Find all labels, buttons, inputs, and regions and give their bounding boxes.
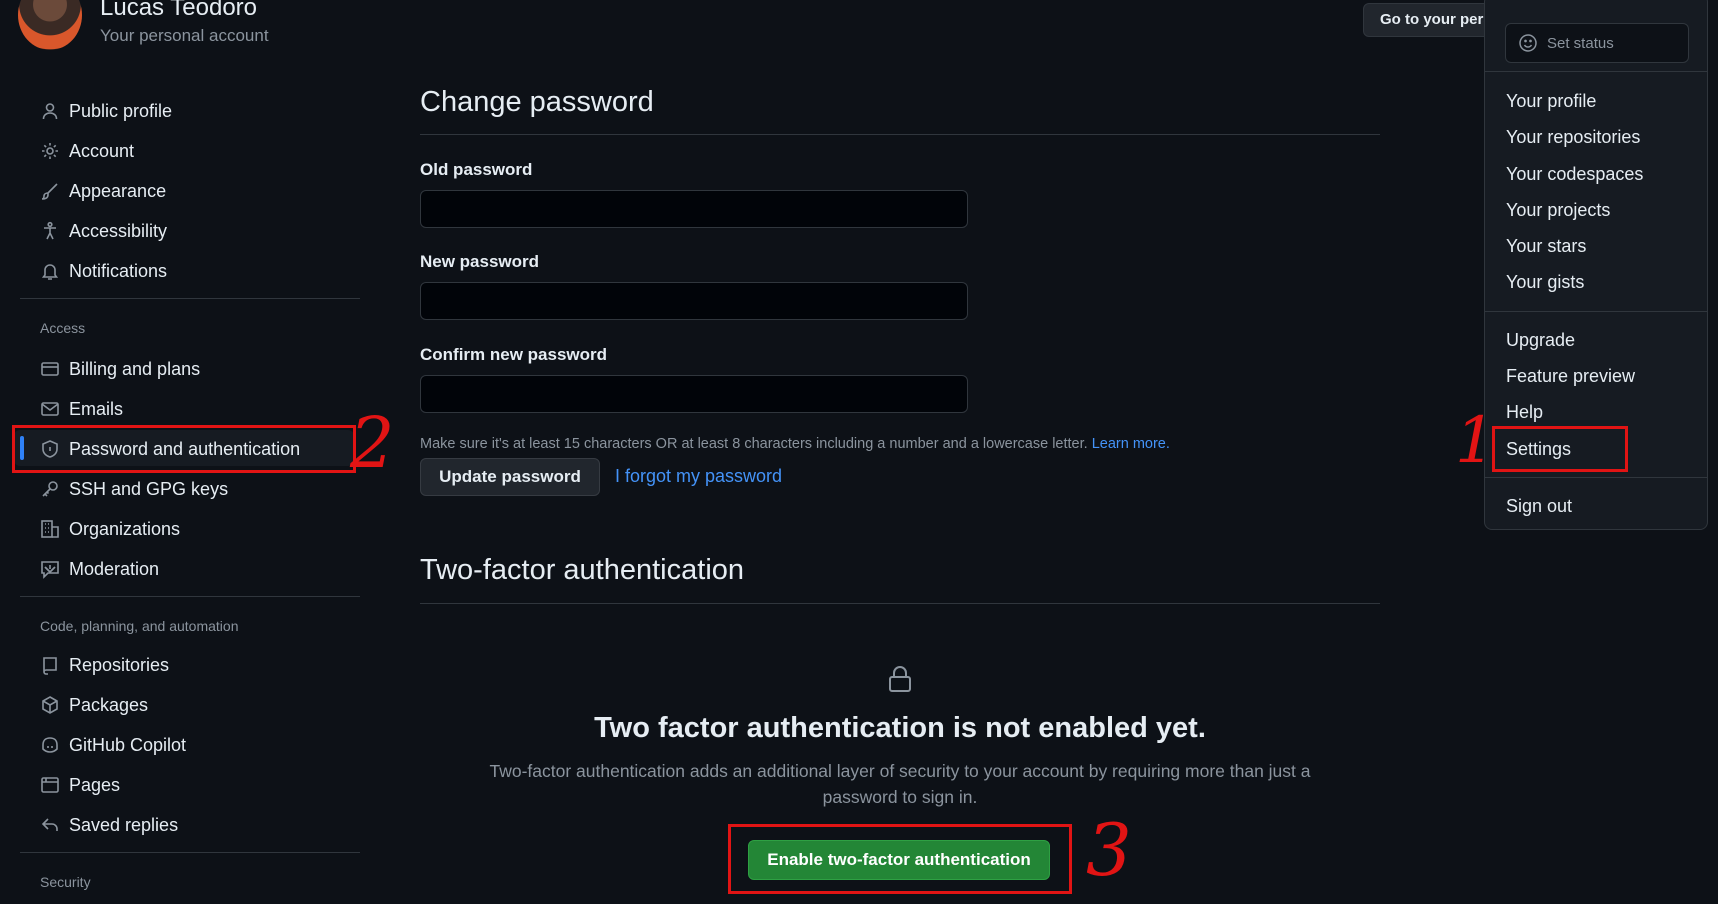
sidebar-item-label: Notifications <box>69 261 168 281</box>
key-icon <box>40 479 60 499</box>
sidebar-item-label: Emails <box>69 399 124 419</box>
sidebar-divider <box>20 596 360 597</box>
menu-item-your-repositories[interactable]: Your repositories <box>1506 127 1640 148</box>
sidebar-item-notifications[interactable]: Notifications <box>0 252 360 288</box>
menu-divider <box>1485 71 1707 72</box>
learn-more-link[interactable]: Learn more. <box>1092 436 1170 452</box>
annotation-step-1: 1 <box>1455 404 1496 478</box>
browser-icon <box>40 775 60 795</box>
gear-icon <box>40 141 60 161</box>
sidebar-item-label: Saved replies <box>69 815 179 835</box>
sidebar-item-saved-replies[interactable]: Saved replies <box>0 806 360 842</box>
sidebar-item-label: Billing and plans <box>69 359 201 379</box>
set-status-button[interactable]: Set status <box>1505 23 1689 63</box>
sidebar-heading-security: Security <box>40 874 91 890</box>
organization-icon <box>40 519 60 539</box>
menu-item-upgrade[interactable]: Upgrade <box>1506 330 1575 351</box>
sidebar-item-label: Repositories <box>69 655 170 675</box>
sidebar-item-ssh-gpg-keys[interactable]: SSH and GPG keys <box>0 470 360 506</box>
sidebar-item-label: SSH and GPG keys <box>69 479 229 499</box>
chevron-down-icon[interactable] <box>40 559 60 579</box>
repo-icon <box>40 655 60 675</box>
menu-item-help[interactable]: Help <box>1506 402 1543 423</box>
reply-icon <box>40 815 60 835</box>
sidebar-heading-code-planning: Code, planning, and automation <box>40 618 239 634</box>
new-password-field[interactable] <box>420 282 968 320</box>
sidebar-item-organizations[interactable]: Organizations <box>0 510 360 546</box>
sidebar-item-moderation[interactable]: Moderation <box>0 550 360 586</box>
account-subtitle: Your personal account <box>100 26 269 45</box>
avatar[interactable] <box>18 0 82 50</box>
sidebar-item-billing[interactable]: Billing and plans <box>0 350 360 386</box>
set-status-label: Set status <box>1547 35 1614 52</box>
sidebar-divider <box>20 852 360 853</box>
menu-item-your-profile[interactable]: Your profile <box>1506 91 1596 112</box>
sidebar-item-pages[interactable]: Pages <box>0 766 360 802</box>
old-password-field[interactable] <box>420 190 968 228</box>
forgot-password-link[interactable]: I forgot my password <box>615 466 782 487</box>
sidebar-item-repositories[interactable]: Repositories <box>0 646 360 682</box>
change-password-title: Change password <box>420 86 654 118</box>
bell-icon <box>40 261 60 281</box>
sidebar-item-label: Account <box>69 141 135 161</box>
menu-item-feature-preview[interactable]: Feature preview <box>1506 366 1635 387</box>
mail-icon <box>40 399 60 419</box>
annotation-step-2: 2 <box>350 402 395 484</box>
menu-item-your-projects[interactable]: Your projects <box>1506 200 1610 221</box>
sidebar-item-label: Appearance <box>69 181 167 201</box>
menu-item-your-codespaces[interactable]: Your codespaces <box>1506 164 1643 185</box>
menu-item-sign-out[interactable]: Sign out <box>1506 496 1572 517</box>
annotation-box-password-auth <box>12 425 356 473</box>
annotation-box-settings <box>1492 426 1628 472</box>
menu-divider <box>1485 477 1707 478</box>
new-password-label: New password <box>420 252 540 271</box>
sidebar-item-label: Public profile <box>69 101 173 121</box>
section-divider <box>420 603 1380 604</box>
confirm-password-field[interactable] <box>420 375 968 413</box>
accessibility-icon <box>40 221 60 241</box>
menu-item-your-gists[interactable]: Your gists <box>1506 272 1584 293</box>
password-hint-text: Make sure it's at least 15 characters OR… <box>420 436 1088 452</box>
password-hint: Make sure it's at least 15 characters OR… <box>420 436 1170 452</box>
smiley-icon <box>1518 33 1538 53</box>
confirm-password-label: Confirm new password <box>420 345 608 364</box>
sidebar-item-label: Moderation <box>69 559 160 579</box>
sidebar-item-appearance[interactable]: Appearance <box>0 172 360 208</box>
update-password-button[interactable]: Update password <box>420 458 600 496</box>
sidebar-divider <box>20 298 360 299</box>
paintbrush-icon <box>40 181 60 201</box>
sidebar-heading-access: Access <box>40 320 86 336</box>
person-icon <box>40 101 60 121</box>
sidebar-item-label: Accessibility <box>69 221 168 241</box>
sidebar-item-label: Pages <box>69 775 121 795</box>
sidebar-item-emails[interactable]: Emails <box>0 390 360 426</box>
section-divider <box>420 134 1380 135</box>
sidebar-item-account[interactable]: Account <box>0 132 360 168</box>
sidebar-item-public-profile[interactable]: Public profile <box>0 92 360 128</box>
sidebar-item-label: Organizations <box>69 519 181 539</box>
old-password-label: Old password <box>420 160 533 179</box>
menu-item-your-stars[interactable]: Your stars <box>1506 236 1586 257</box>
two-factor-title: Two-factor authentication <box>420 554 745 586</box>
lock-icon <box>887 665 913 693</box>
account-name: Lucas Teodoro <box>100 0 258 21</box>
credit-card-icon <box>40 359 60 379</box>
two-factor-status-title: Two factor authentication is not enabled… <box>594 712 1206 744</box>
two-factor-description: Two-factor authentication adds an additi… <box>489 761 1311 807</box>
sidebar-item-accessibility[interactable]: Accessibility <box>0 212 360 248</box>
annotation-box-enable-2fa <box>728 824 1072 894</box>
menu-divider <box>1485 311 1707 312</box>
annotation-step-3: 3 <box>1086 808 1132 892</box>
